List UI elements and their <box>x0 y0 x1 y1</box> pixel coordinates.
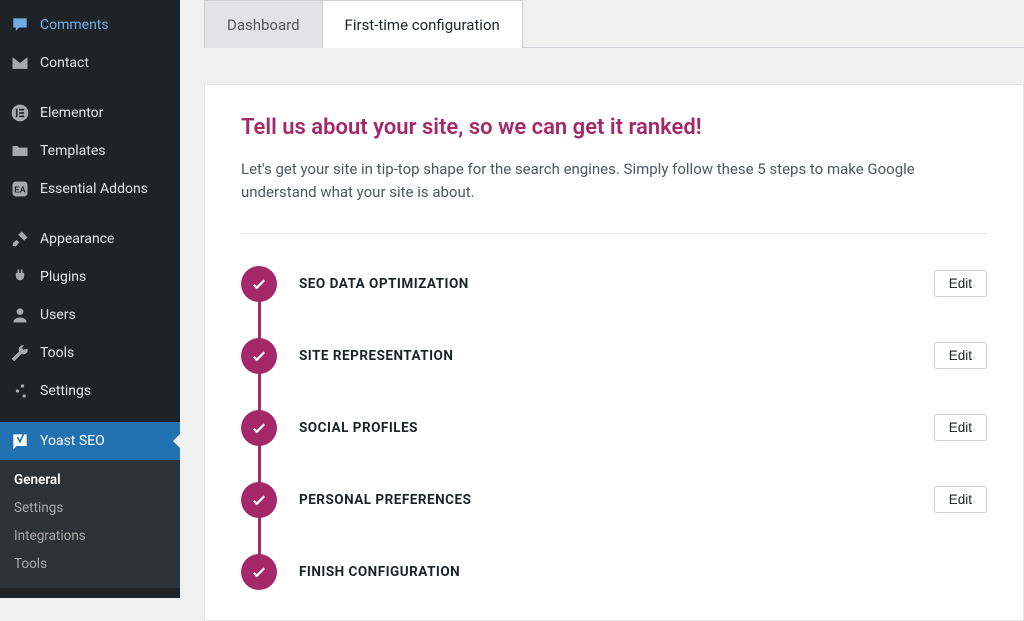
sidebar-item-plugins[interactable]: Plugins <box>0 258 180 296</box>
sidebar-item-label: Yoast SEO <box>40 433 105 449</box>
edit-button[interactable]: Edit <box>934 270 987 297</box>
sidebar-item-label: Settings <box>40 383 91 399</box>
card-lead: Let's get your site in tip-top shape for… <box>241 158 921 205</box>
sidebar-item-settings[interactable]: Settings <box>0 372 180 410</box>
step-title: SEO DATA OPTIMIZATION <box>299 276 934 292</box>
sidebar-item-yoast-seo[interactable]: Yoast SEO <box>0 422 180 460</box>
check-icon <box>241 482 277 518</box>
plug-icon <box>10 267 30 287</box>
tab-strip: Dashboard First-time configuration <box>204 0 1024 48</box>
wrench-icon <box>10 343 30 363</box>
sidebar-item-templates[interactable]: Templates <box>0 132 180 170</box>
divider <box>241 233 987 234</box>
edit-button[interactable]: Edit <box>934 414 987 441</box>
edit-button[interactable]: Edit <box>934 486 987 513</box>
envelope-icon <box>10 53 30 73</box>
step-finish-configuration: FINISH CONFIGURATION <box>241 554 987 590</box>
submenu-item-settings[interactable]: Settings <box>0 494 180 522</box>
elementor-icon <box>10 103 30 123</box>
sliders-icon <box>10 381 30 401</box>
speech-bubble-icon <box>10 15 30 35</box>
step-social-profiles: SOCIAL PROFILES Edit <box>241 410 987 446</box>
tab-dashboard[interactable]: Dashboard <box>204 0 323 48</box>
step-personal-preferences: PERSONAL PREFERENCES Edit <box>241 482 987 518</box>
check-icon <box>241 338 277 374</box>
submenu-item-general[interactable]: General <box>0 466 180 494</box>
sidebar-item-label: Elementor <box>40 105 103 121</box>
step-title: PERSONAL PREFERENCES <box>299 492 934 508</box>
sidebar-item-comments[interactable]: Comments <box>0 6 180 44</box>
tab-first-time-configuration[interactable]: First-time configuration <box>323 0 523 48</box>
step-title: FINISH CONFIGURATION <box>299 564 987 580</box>
yoast-submenu: General Settings Integrations Tools <box>0 460 180 588</box>
step-site-representation: SITE REPRESENTATION Edit <box>241 338 987 374</box>
sidebar-item-label: Templates <box>40 143 106 159</box>
sidebar-item-label: Essential Addons <box>40 181 148 197</box>
sidebar-item-users[interactable]: Users <box>0 296 180 334</box>
sidebar-item-label: Users <box>40 307 76 323</box>
sidebar-item-label: Appearance <box>40 231 114 247</box>
sidebar-item-essential-addons[interactable]: EA Essential Addons <box>0 170 180 208</box>
sidebar-item-elementor[interactable]: Elementor <box>0 94 180 132</box>
folder-icon <box>10 141 30 161</box>
submenu-item-tools[interactable]: Tools <box>0 550 180 578</box>
check-icon <box>241 410 277 446</box>
first-time-config-card: Tell us about your site, so we can get i… <box>204 84 1024 621</box>
card-heading: Tell us about your site, so we can get i… <box>241 115 987 140</box>
sidebar-item-appearance[interactable]: Appearance <box>0 220 180 258</box>
edit-button[interactable]: Edit <box>934 342 987 369</box>
sidebar-item-tools[interactable]: Tools <box>0 334 180 372</box>
user-icon <box>10 305 30 325</box>
sidebar-item-label: Tools <box>40 345 74 361</box>
sidebar-item-label: Contact <box>40 55 89 71</box>
brush-icon <box>10 229 30 249</box>
check-icon <box>241 554 277 590</box>
yoast-icon <box>10 431 30 451</box>
check-icon <box>241 266 277 302</box>
sidebar-item-label: Comments <box>40 17 109 33</box>
config-steps: SEO DATA OPTIMIZATION Edit SITE REPRESEN… <box>241 266 987 590</box>
main-content: Dashboard First-time configuration Tell … <box>180 0 1024 598</box>
step-title: SOCIAL PROFILES <box>299 420 934 436</box>
svg-text:EA: EA <box>14 184 26 194</box>
submenu-item-integrations[interactable]: Integrations <box>0 522 180 550</box>
step-seo-data-optimization: SEO DATA OPTIMIZATION Edit <box>241 266 987 302</box>
sidebar-item-contact[interactable]: Contact <box>0 44 180 82</box>
admin-sidebar: Comments Contact Elementor Templates EA … <box>0 0 180 598</box>
step-title: SITE REPRESENTATION <box>299 348 934 364</box>
ea-icon: EA <box>10 179 30 199</box>
sidebar-item-label: Plugins <box>40 269 86 285</box>
